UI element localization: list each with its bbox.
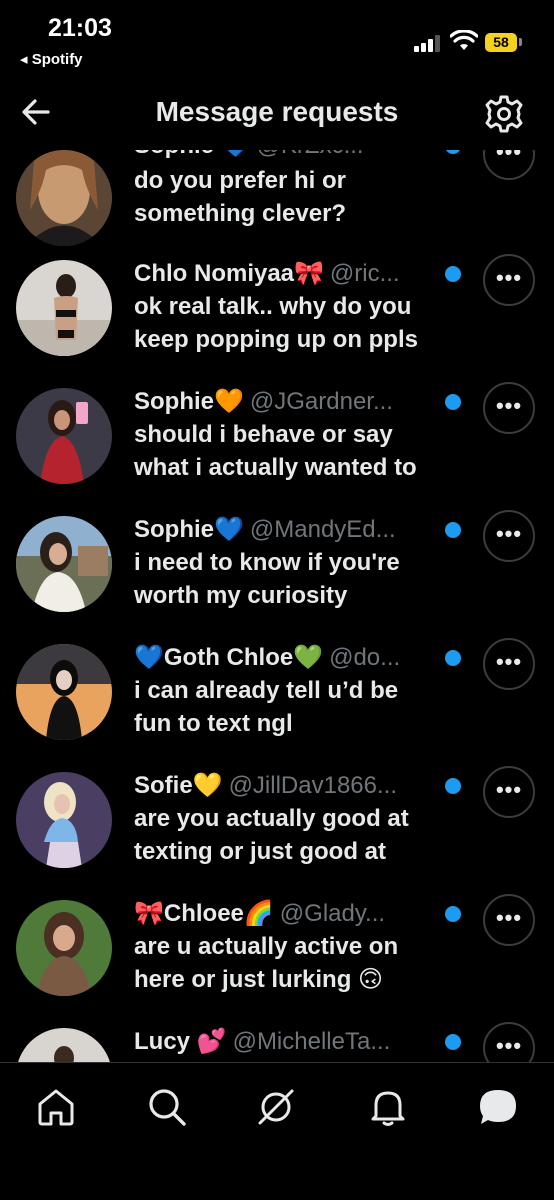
cellular-signal-icon <box>414 34 442 52</box>
status-time: 21:03 <box>48 14 112 42</box>
unread-dot <box>445 522 461 538</box>
sender-name: Sophie💙 <box>134 516 244 543</box>
avatar[interactable] <box>16 772 112 868</box>
unread-dot <box>445 266 461 282</box>
more-options-button[interactable]: ••• <box>483 766 535 818</box>
sender-handle: @Glady... <box>279 900 386 927</box>
conversation-row[interactable]: Sofie💛 @JillDav1866... are you actually g… <box>0 766 554 900</box>
unread-dot <box>445 394 461 410</box>
sender-name: 💙Goth Chloe💚 <box>134 644 324 671</box>
sender-line: Sophie💙 @MandyEd... <box>134 512 434 548</box>
more-options-button[interactable]: ••• <box>483 894 535 946</box>
sender-handle: @ric... <box>329 260 400 287</box>
status-bar: 21:03 ◂ Spotify 58 <box>0 0 554 80</box>
sender-name: Lucy 💕 <box>134 1028 227 1055</box>
message-preview: i can already tell u’d be fun to text ng… <box>134 674 464 740</box>
sender-name: Chlo Nomiyaa🎀 <box>134 260 324 287</box>
avatar[interactable] <box>16 644 112 740</box>
unread-dot <box>445 906 461 922</box>
message-preview-text: are u actually active on here or just lu… <box>134 933 399 993</box>
back-to-app-link[interactable]: ◂ Spotify <box>20 50 83 68</box>
sender-name: Sophie 💙 <box>134 150 251 159</box>
avatar[interactable] <box>16 150 112 246</box>
message-preview-text: are you actually good at texting or just… <box>134 805 409 865</box>
message-request-list[interactable]: Sophie 💙 @KrZxc... do you prefer hi or so… <box>0 150 554 1062</box>
more-options-button[interactable]: ••• <box>483 510 535 562</box>
more-options-button[interactable]: ••• <box>483 1022 535 1062</box>
sender-handle: @MandyEd... <box>249 516 396 543</box>
unread-dot <box>445 150 461 154</box>
avatar[interactable] <box>16 1028 112 1062</box>
more-options-button[interactable]: ••• <box>483 382 535 434</box>
avatar[interactable] <box>16 260 112 356</box>
sender-line: Chlo Nomiyaa🎀 @ric... <box>134 256 434 292</box>
sender-handle: @JGardner... <box>249 388 393 415</box>
conversation-row[interactable]: 🎀Chloee🌈 @Glady... are u actually active … <box>0 894 554 1028</box>
bottom-navigation <box>0 1062 554 1200</box>
battery-indicator: 58 <box>485 33 517 52</box>
unread-dot <box>445 650 461 666</box>
unread-dot <box>445 778 461 794</box>
sender-line: Sofie💛 @JillDav1866... <box>134 768 434 804</box>
unread-dot <box>445 1034 461 1050</box>
message-preview-text: ok real talk.. why do you keep popping u… <box>134 293 418 353</box>
message-preview: are u actually active on here or just lu… <box>134 930 464 996</box>
message-preview-text: do you prefer hi or something clever? <box>134 167 347 227</box>
message-preview: ok real talk.. why do you keep popping u… <box>134 290 464 356</box>
sender-handle: @MichelleTa... <box>232 1028 391 1055</box>
notifications-icon[interactable] <box>366 1085 410 1129</box>
more-options-button[interactable]: ••• <box>483 254 535 306</box>
message-preview-text: i can already tell u’d be fun to text ng… <box>134 677 399 737</box>
page-title: Message requests <box>155 96 399 127</box>
app-header: Message requests <box>0 80 554 150</box>
conversation-row[interactable]: Chlo Nomiyaa🎀 @ric... ok real talk.. why … <box>0 254 554 388</box>
sender-name: Sophie🧡 <box>134 388 244 415</box>
avatar[interactable] <box>16 388 112 484</box>
sender-name: 🎀Chloee🌈 <box>134 900 274 927</box>
sender-line: 🎀Chloee🌈 @Glady... <box>134 896 434 932</box>
message-preview: i need to know if you're worth my curios… <box>134 546 464 612</box>
search-icon[interactable] <box>145 1085 189 1129</box>
sender-line: Sophie🧡 @JGardner... <box>134 384 434 420</box>
sender-handle: @do... <box>329 644 401 671</box>
home-icon[interactable] <box>34 1085 78 1129</box>
message-preview-text: should i behave or say what i actually w… <box>134 421 417 481</box>
more-options-button[interactable]: ••• <box>483 638 535 690</box>
sender-line: Lucy 💕 @MichelleTa... <box>134 1024 434 1060</box>
conversation-row[interactable]: Sophie🧡 @JGardner... should i behave or s… <box>0 382 554 516</box>
conversation-row[interactable]: 💙Goth Chloe💚 @do... i can already tell u’… <box>0 638 554 772</box>
sender-line: 💙Goth Chloe💚 @do... <box>134 640 434 676</box>
wifi-icon <box>450 30 478 50</box>
avatar[interactable] <box>16 900 112 996</box>
message-preview: should i behave or say what i actually w… <box>134 418 464 484</box>
conversation-row[interactable]: Sophie💙 @MandyEd... i need to know if you… <box>0 510 554 644</box>
battery-cap-icon <box>519 38 522 46</box>
message-preview-text: i need to know if you're worth my curios… <box>134 549 400 609</box>
settings-gear-icon[interactable] <box>484 94 524 134</box>
sender-handle: @KrZxc... <box>257 150 364 159</box>
message-preview: are you actually good at texting or just… <box>134 802 464 868</box>
conversation-row[interactable]: Lucy 💕 @MichelleTa... ••• <box>0 1022 554 1062</box>
sender-line: Sophie 💙 @KrZxc... <box>134 150 434 164</box>
message-preview: do you prefer hi or something clever? <box>134 164 464 230</box>
messages-icon[interactable] <box>476 1085 520 1129</box>
sender-name: Sofie💛 <box>134 772 223 799</box>
more-options-button[interactable]: ••• <box>483 150 535 180</box>
avatar[interactable] <box>16 516 112 612</box>
grok-icon[interactable] <box>254 1085 298 1129</box>
sender-handle: @JillDav1866... <box>228 772 397 799</box>
